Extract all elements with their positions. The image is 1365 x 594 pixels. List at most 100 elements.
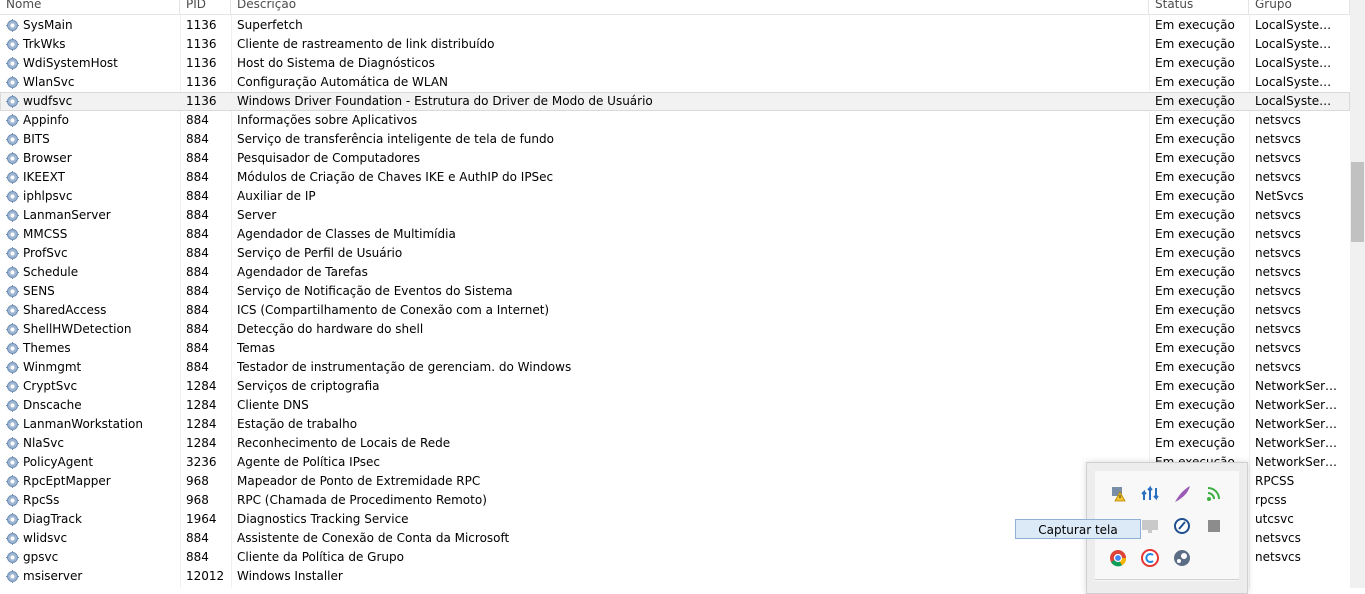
service-status: Em execução (1155, 94, 1235, 108)
table-row[interactable]: ProfSvc 884 Serviço de Perfil de Usuário Em… (0, 244, 1350, 263)
table-row[interactable]: Appinfo 884 Informações sobre Aplicativos E… (0, 111, 1350, 130)
service-name: wudfsvc (23, 94, 73, 108)
table-row[interactable]: wudfsvc 1136 Windows Driver Foundation - E… (0, 92, 1350, 111)
service-description: ICS (Compartilhamento de Conexão com a I… (237, 303, 550, 317)
table-row[interactable]: Browser 884 Pesquisador de Computadores Em … (0, 149, 1350, 168)
service-pid: 1284 (186, 379, 217, 393)
service-pid: 884 (186, 550, 209, 564)
service-group: RPCSS (1255, 474, 1295, 488)
pen-circle-icon[interactable] (1171, 515, 1193, 537)
service-group: utcsvc (1255, 512, 1294, 526)
service-pid: 1284 (186, 436, 217, 450)
wifi-signal-icon[interactable] (1203, 483, 1225, 505)
service-pid: 1136 (186, 94, 217, 108)
service-status: Em execução (1155, 37, 1235, 51)
warning-flag-icon[interactable] (1107, 483, 1129, 505)
table-row[interactable]: Dnscache 1284 Cliente DNS Em execução Networ… (0, 396, 1350, 415)
service-description: Mapeador de Ponto de Extremidade RPC (237, 474, 481, 488)
service-pid: 884 (186, 170, 209, 184)
column-header-status[interactable]: Status (1149, 0, 1249, 14)
service-description: Serviço de transferência inteligente de … (237, 132, 554, 146)
table-row[interactable]: Winmgmt 884 Testador de instrumentação de … (0, 358, 1350, 377)
service-name: Browser (23, 151, 72, 165)
table-row[interactable]: MMCSS 884 Agendador de Classes de Multimíd… (0, 225, 1350, 244)
service-pid: 884 (186, 531, 209, 545)
service-description: RPC (Chamada de Procedimento Remoto) (237, 493, 487, 507)
service-pid: 1964 (186, 512, 217, 526)
service-name: iphlpsvc (23, 189, 73, 203)
table-row[interactable]: LanmanWorkstation 1284 Estação de trabalho… (0, 415, 1350, 434)
service-status: Em execução (1155, 265, 1235, 279)
service-description: Configuração Automática de WLAN (237, 75, 449, 89)
table-row[interactable]: SysMain 1136 Superfetch Em execução LocalSys… (0, 16, 1350, 35)
service-pid: 1284 (186, 398, 217, 412)
service-pid: 12012 (186, 569, 225, 583)
service-status: Em execução (1155, 189, 1235, 203)
service-group: netsvcs (1255, 208, 1301, 222)
service-description: Agendador de Tarefas (237, 265, 368, 279)
column-header-name[interactable]: Nome (0, 0, 180, 14)
service-pid: 884 (186, 227, 209, 241)
service-pid: 1136 (186, 75, 217, 89)
service-name: wlidsvc (23, 531, 68, 545)
table-row[interactable]: WlanSvc 1136 Configuração Automática de WL… (0, 73, 1350, 92)
service-group: netsvcs (1255, 113, 1301, 127)
service-group: LocalSystemN... (1255, 94, 1342, 108)
tray-divider (1095, 579, 1239, 580)
ccleaner-icon[interactable] (1139, 547, 1161, 569)
table-row[interactable]: Schedule 884 Agendador de Tarefas Em execuç… (0, 263, 1350, 282)
service-description: Diagnostics Tracking Service (237, 512, 409, 526)
table-row[interactable]: LanmanServer 884 Server Em execução netsvcs (0, 206, 1350, 225)
service-name: IKEEXT (23, 170, 65, 184)
service-description: Testador de instrumentação de gerenciam.… (237, 360, 572, 374)
service-name: Themes (23, 341, 71, 355)
table-row[interactable]: iphlpsvc 884 Auxiliar de IP Em execução NetS… (0, 187, 1350, 206)
service-pid: 968 (186, 493, 209, 507)
service-name: WdiSystemHost (23, 56, 118, 70)
monitor-icon[interactable] (1139, 515, 1161, 537)
square-app-icon[interactable] (1203, 515, 1225, 537)
table-row[interactable]: BITS 884 Serviço de transferência intelige… (0, 130, 1350, 149)
table-row[interactable]: SharedAccess 884 ICS (Compartilhamento de … (0, 301, 1350, 320)
table-row[interactable]: NlaSvc 1284 Reconhecimento de Locais de Re… (0, 434, 1350, 453)
service-group: LocalSystemN... (1255, 56, 1342, 70)
service-group: NetworkService (1255, 436, 1342, 450)
table-row[interactable]: IKEEXT 884 Módulos de Criação de Chaves IK… (0, 168, 1350, 187)
service-description: Serviços de criptografia (237, 379, 380, 393)
service-description: Estação de trabalho (237, 417, 358, 431)
service-description: Windows Driver Foundation - Estrutura do… (237, 94, 653, 108)
vertical-scrollbar[interactable] (1350, 0, 1365, 588)
table-row[interactable]: Themes 884 Temas Em execução netsvcs (0, 339, 1350, 358)
service-group: netsvcs (1255, 360, 1301, 374)
service-group: netsvcs (1255, 550, 1301, 564)
service-name: Appinfo (23, 113, 69, 127)
service-group: netsvcs (1255, 531, 1301, 545)
service-status: Em execução (1155, 208, 1235, 222)
column-header-description[interactable]: Descrição (231, 0, 1149, 14)
service-description: Host do Sistema de Diagnósticos (237, 56, 435, 70)
table-row[interactable]: TrkWks 1136 Cliente de rastreamento de lin… (0, 35, 1350, 54)
service-pid: 1136 (186, 18, 217, 32)
service-group: netsvcs (1255, 170, 1301, 184)
table-row[interactable]: WdiSystemHost 1136 Host do Sistema de Diag… (0, 54, 1350, 73)
table-row[interactable]: CryptSvc 1284 Serviços de criptografia Em e… (0, 377, 1350, 396)
service-status: Em execução (1155, 398, 1235, 412)
service-name: DiagTrack (23, 512, 82, 526)
network-activity-icon[interactable] (1139, 483, 1161, 505)
service-group: LocalSystemN... (1255, 37, 1342, 51)
column-header-group[interactable]: Grupo (1249, 0, 1350, 14)
table-row[interactable]: ShellHWDetection 884 Detecção do hardware … (0, 320, 1350, 339)
table-row[interactable]: SENS 884 Serviço de Notificação de Eventos… (0, 282, 1350, 301)
service-name: NlaSvc (23, 436, 64, 450)
steam-icon[interactable] (1171, 547, 1193, 569)
service-description: Auxiliar de IP (237, 189, 316, 203)
scrollbar-thumb[interactable] (1351, 162, 1364, 242)
service-status: Em execução (1155, 56, 1235, 70)
service-description: Server (237, 208, 277, 222)
service-status: Em execução (1155, 246, 1235, 260)
chrome-icon[interactable] (1107, 547, 1129, 569)
service-group: netsvcs (1255, 265, 1301, 279)
service-group: netsvcs (1255, 284, 1301, 298)
feather-icon[interactable] (1171, 483, 1193, 505)
column-header-pid[interactable]: PID (180, 0, 231, 14)
